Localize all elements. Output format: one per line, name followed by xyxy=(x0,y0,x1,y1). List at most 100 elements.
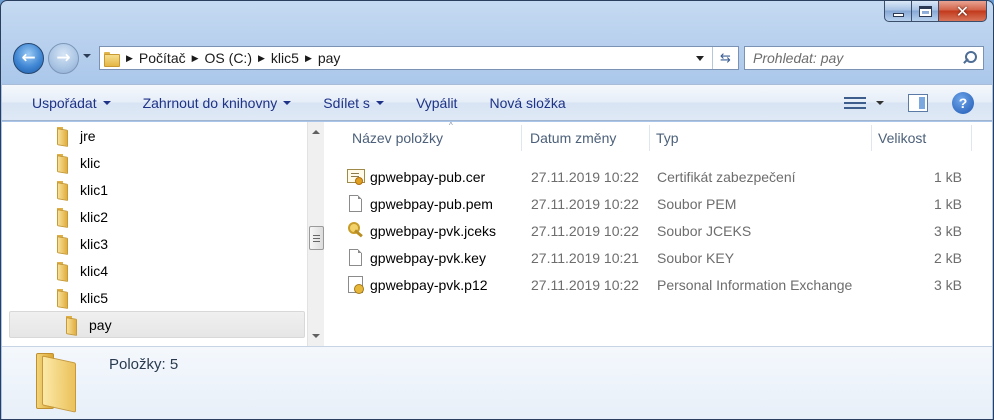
key-icon xyxy=(346,221,366,241)
file-date: 27.11.2019 10:22 xyxy=(531,195,639,212)
recent-pages-dropdown[interactable] xyxy=(83,54,91,58)
close-icon: ✕ xyxy=(955,1,970,21)
column-header-name[interactable]: Název položky ^ xyxy=(346,121,522,151)
file-row[interactable]: gpwebpay-pub.cer 27.11.2019 10:22 Certif… xyxy=(346,163,966,190)
column-type-label: Typ xyxy=(656,130,679,146)
file-size: 3 kB xyxy=(933,276,962,293)
address-bar[interactable]: ▶ Počítač ▶ OS (C:) ▶ klic5 ▶ pay ⇆ xyxy=(99,46,739,70)
tree-item-jre[interactable]: jre xyxy=(9,122,305,149)
file-type: Soubor KEY xyxy=(657,249,735,266)
forward-arrow-icon: → xyxy=(56,48,71,68)
tree-item-label: jre xyxy=(80,127,96,144)
new-folder-button[interactable]: Nová složka xyxy=(473,85,581,120)
sort-ascending-icon: ^ xyxy=(449,121,453,130)
preview-pane-icon[interactable] xyxy=(908,93,928,112)
folder-icon xyxy=(66,316,81,333)
breadcrumb-klic5[interactable]: klic5 xyxy=(271,50,299,66)
column-header-date[interactable]: Datum změny xyxy=(524,125,650,151)
breadcrumb-drive[interactable]: OS (C:) xyxy=(205,50,252,66)
file-date: 27.11.2019 10:21 xyxy=(531,249,639,266)
folder-icon xyxy=(57,181,72,198)
breadcrumb-separator[interactable]: ▶ xyxy=(258,53,265,64)
forward-button[interactable]: → xyxy=(48,43,79,74)
scrollbar-thumb[interactable] xyxy=(309,226,324,250)
file-name: gpwebpay-pvk.p12 xyxy=(370,276,488,293)
tree-item-label: klic xyxy=(80,154,101,171)
folder-icon xyxy=(36,353,78,413)
file-row[interactable]: gpwebpay-pub.pem 27.11.2019 10:22 Soubor… xyxy=(346,190,966,217)
file-type: Certifikát zabezpečení xyxy=(657,168,796,185)
tree-item-klic2[interactable]: klic2 xyxy=(9,203,305,230)
toolbar-right: ? xyxy=(844,85,974,120)
tree-item-label: pay xyxy=(89,316,112,333)
organize-button[interactable]: Uspořádat xyxy=(2,85,127,120)
maximize-icon xyxy=(918,5,932,17)
folder-icon xyxy=(57,289,72,306)
file-row[interactable]: gpwebpay-pvk.key 27.11.2019 10:21 Soubor… xyxy=(346,244,966,271)
refresh-button[interactable]: ⇆ xyxy=(712,47,738,69)
file-name: gpwebpay-pub.cer xyxy=(370,168,486,185)
scroll-up-icon[interactable] xyxy=(312,130,320,134)
command-bar: Uspořádat Zahrnout do knihovny Sdílet s … xyxy=(2,84,992,121)
share-with-button[interactable]: Sdílet s xyxy=(307,85,400,120)
change-view-icon[interactable] xyxy=(844,95,866,111)
tree-item-klic5[interactable]: klic5 xyxy=(9,284,305,311)
file-name: gpwebpay-pvk.jceks xyxy=(370,222,497,239)
file-icon xyxy=(346,248,366,268)
tree-item-klic[interactable]: klic xyxy=(9,149,305,176)
tree-item-klic1[interactable]: klic1 xyxy=(9,176,305,203)
address-history-dropdown[interactable] xyxy=(696,55,704,61)
tree-item-klic3[interactable]: klic3 xyxy=(9,230,305,257)
scroll-down-icon[interactable] xyxy=(312,334,320,338)
breadcrumb-separator[interactable]: ▶ xyxy=(305,53,312,64)
column-header-type[interactable]: Typ xyxy=(650,125,872,151)
file-name: gpwebpay-pvk.key xyxy=(370,249,486,266)
folder-icon xyxy=(57,262,72,279)
file-icon xyxy=(346,194,366,214)
explorer-window: ✕ ← → ▶ Počítač ▶ OS (C:) ▶ klic5 ▶ pay … xyxy=(0,0,994,420)
file-size: 1 kB xyxy=(933,168,962,185)
file-name: gpwebpay-pub.pem xyxy=(370,195,493,212)
include-in-library-button[interactable]: Zahrnout do knihovny xyxy=(127,85,308,120)
details-pane: Položky: 5 xyxy=(2,346,992,419)
navigation-bar: ← → ▶ Počítač ▶ OS (C:) ▶ klic5 ▶ pay ⇆ … xyxy=(1,42,993,74)
include-library-label: Zahrnout do knihovny xyxy=(142,94,278,111)
close-button[interactable]: ✕ xyxy=(939,1,987,22)
breadcrumb-computer[interactable]: Počítač xyxy=(139,50,186,66)
tree-item-label: klic4 xyxy=(80,262,109,279)
file-type: Soubor JCEKS xyxy=(657,222,752,239)
navigation-pane: jre klic klic1 klic2 klic3 klic4 klic5 p… xyxy=(9,122,305,346)
view-options-dropdown[interactable] xyxy=(876,100,884,105)
file-row[interactable]: gpwebpay-pvk.jceks 27.11.2019 10:22 Soub… xyxy=(346,217,966,244)
column-header-size[interactable]: Velikost xyxy=(872,125,972,151)
folder-icon xyxy=(104,51,120,67)
breadcrumb-separator[interactable]: ▶ xyxy=(126,53,133,64)
tree-item-klic4[interactable]: klic4 xyxy=(9,257,305,284)
breadcrumb-pay[interactable]: pay xyxy=(318,50,341,66)
column-size-label: Velikost xyxy=(878,130,927,146)
new-folder-label: Nová složka xyxy=(489,94,566,111)
tree-item-label: klic2 xyxy=(80,208,109,225)
search-input[interactable]: Prohledat: pay xyxy=(744,46,984,70)
file-type: Personal Information Exchange xyxy=(657,276,853,293)
minimize-button[interactable] xyxy=(884,1,912,22)
folder-icon xyxy=(57,127,72,144)
search-icon[interactable] xyxy=(959,48,979,68)
maximize-button[interactable] xyxy=(912,1,939,22)
file-date: 27.11.2019 10:22 xyxy=(531,222,639,239)
folder-icon xyxy=(57,235,72,252)
file-list: Název položky ^ Datum změny Typ Velikost … xyxy=(324,121,992,346)
tree-item-label: klic5 xyxy=(80,289,109,306)
breadcrumb-separator[interactable]: ▶ xyxy=(192,53,199,64)
file-size: 1 kB xyxy=(933,195,962,212)
tree-item-pay[interactable]: pay xyxy=(9,311,305,338)
file-size: 3 kB xyxy=(933,222,962,239)
chevron-down-icon xyxy=(283,100,292,105)
back-button[interactable]: ← xyxy=(13,43,44,74)
navigation-scrollbar[interactable] xyxy=(307,122,324,346)
chevron-down-icon xyxy=(102,100,111,105)
help-icon[interactable]: ? xyxy=(952,91,974,114)
burn-button[interactable]: Vypálit xyxy=(400,85,474,120)
burn-label: Vypálit xyxy=(415,94,458,111)
file-row[interactable]: gpwebpay-pvk.p12 27.11.2019 10:22 Person… xyxy=(346,271,966,298)
